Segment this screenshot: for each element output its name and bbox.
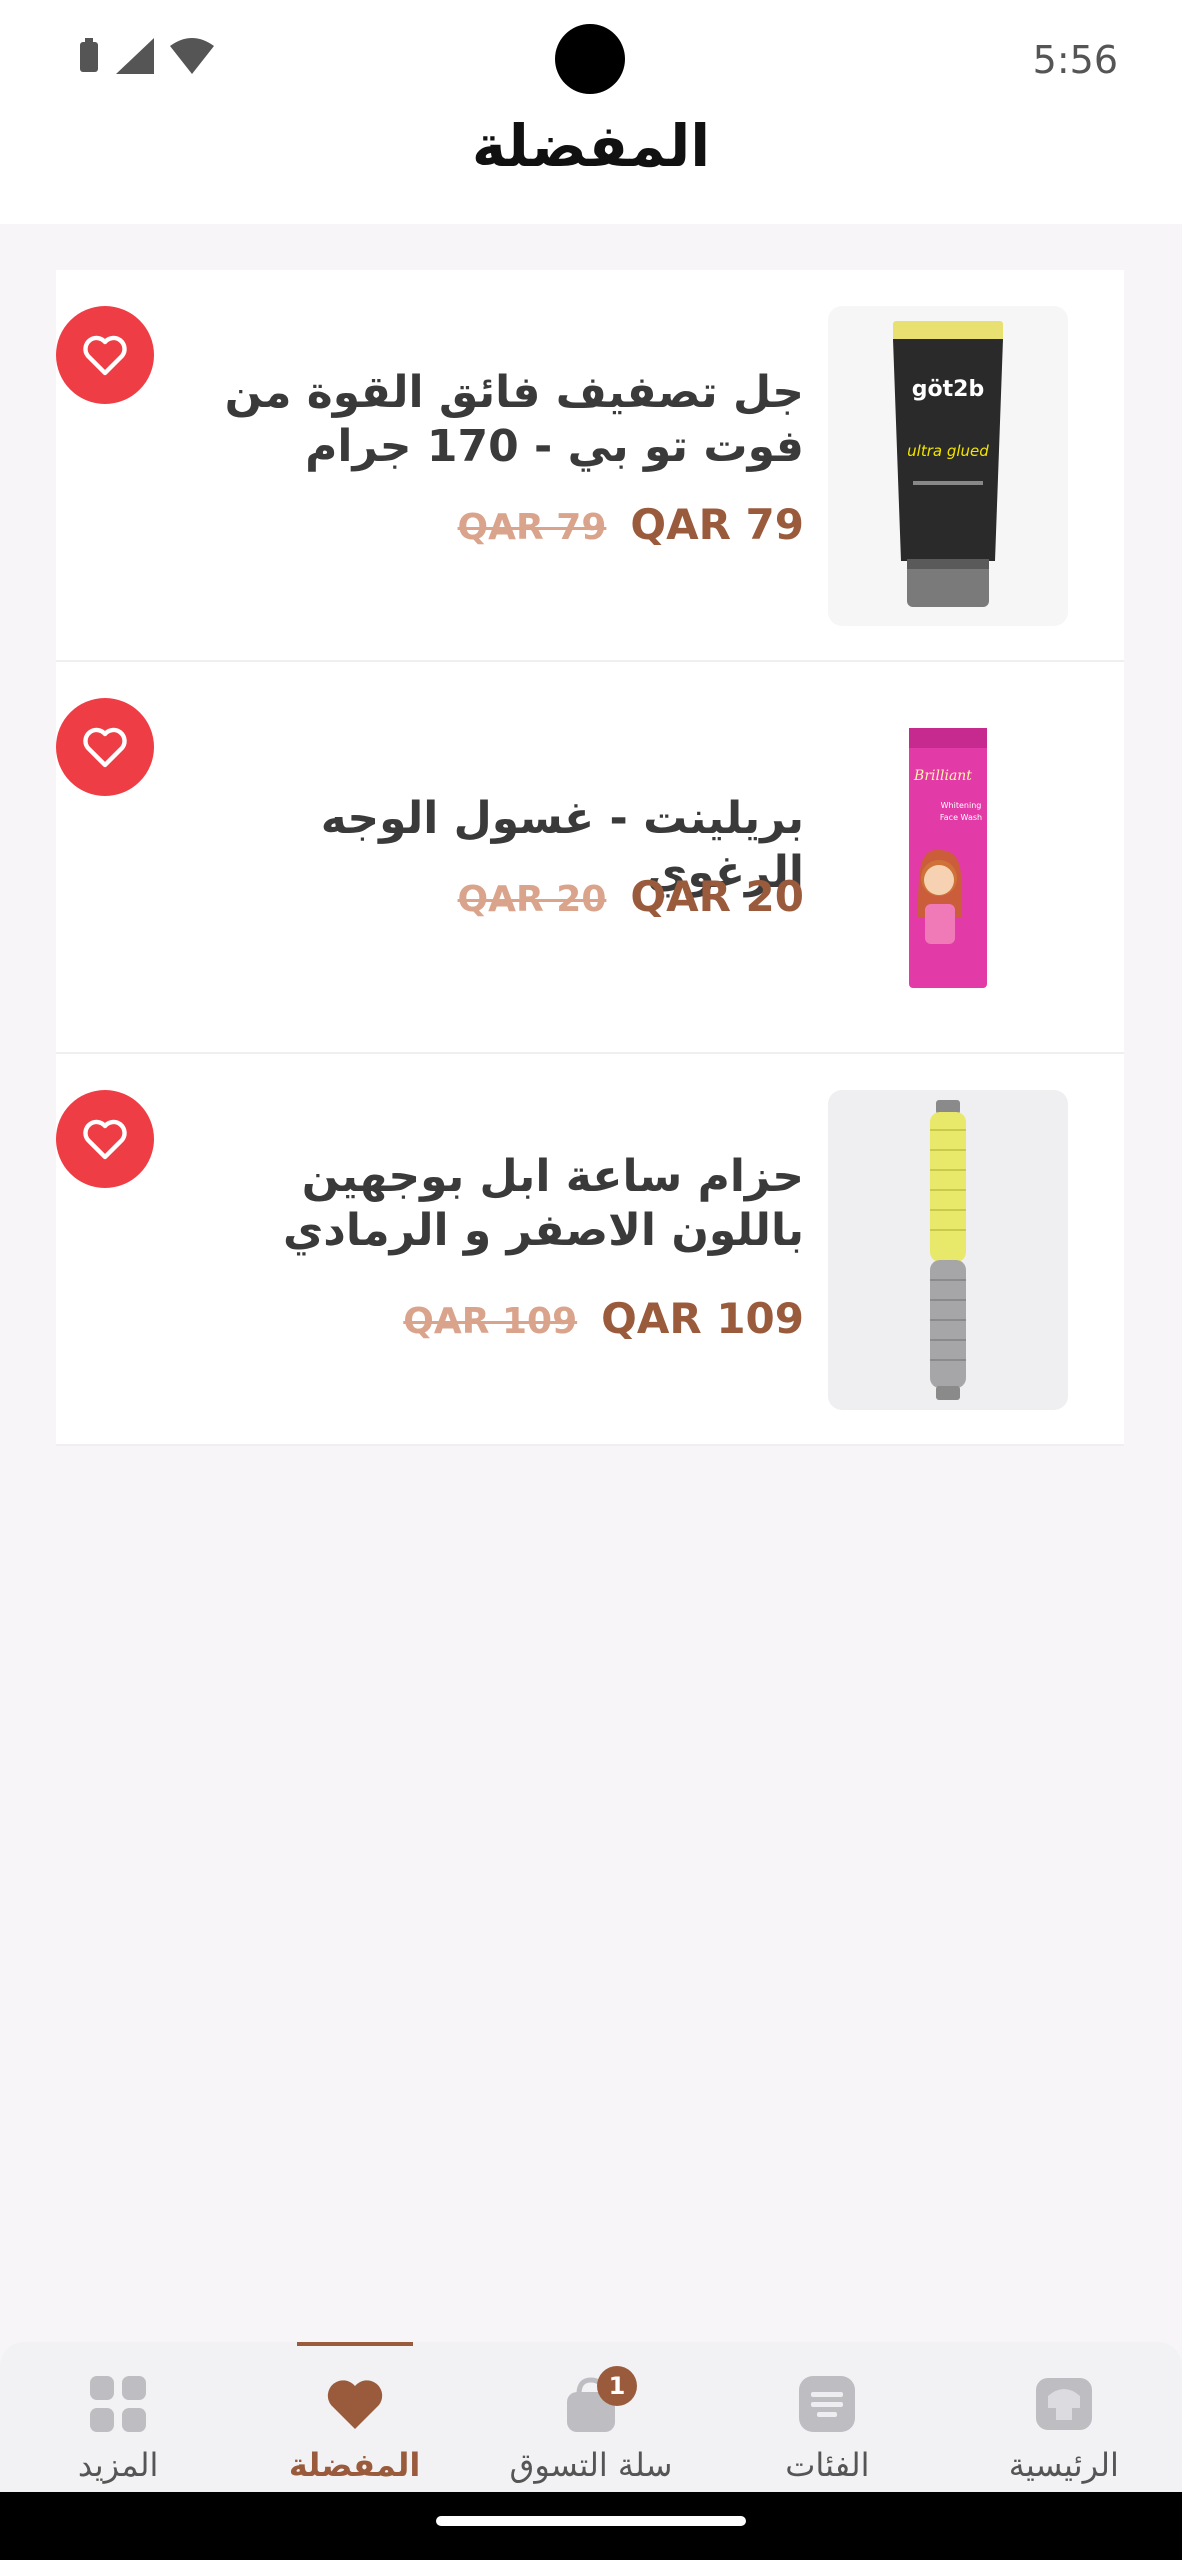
home-icon xyxy=(1035,2378,1092,2430)
original-price: QAR 20 xyxy=(457,879,607,920)
page-title: المفضلة xyxy=(471,112,711,180)
nav-label: المزيد xyxy=(77,2446,159,2484)
camera-cutout xyxy=(555,24,625,94)
svg-text:Face Wash: Face Wash xyxy=(940,813,982,822)
home-gesture-handle[interactable] xyxy=(436,2516,746,2526)
nav-label: الرئيسية xyxy=(1008,2446,1119,2484)
nav-more[interactable]: المزيد xyxy=(0,2342,236,2492)
remove-favorite-button[interactable] xyxy=(56,306,154,404)
current-price: QAR 79 xyxy=(630,500,804,549)
svg-text:Whitening: Whitening xyxy=(941,801,982,810)
svg-text:Brilliant: Brilliant xyxy=(913,768,972,784)
current-price: QAR 20 xyxy=(630,872,804,921)
product-image[interactable]: Brilliant Whitening Face Wash xyxy=(828,698,1068,1018)
nav-home[interactable]: الرئيسية xyxy=(946,2342,1182,2492)
remove-favorite-button[interactable] xyxy=(56,698,154,796)
wifi-icon xyxy=(170,38,214,74)
product-image[interactable] xyxy=(828,1090,1068,1410)
favorites-list: جل تصفيف فائق القوة من فوت تو بي - 170 ج… xyxy=(56,270,1124,1446)
nav-categories[interactable]: الفئات xyxy=(709,2342,945,2492)
svg-text:ultra glued: ultra glued xyxy=(907,442,989,460)
system-navigation-bar xyxy=(0,2492,1182,2560)
original-price: QAR 79 xyxy=(457,507,607,548)
nav-label: المفضلة xyxy=(288,2446,421,2484)
price-row: QAR 79 QAR 79 xyxy=(458,500,804,549)
signal-icon xyxy=(116,38,154,74)
nav-label: سلة التسوق xyxy=(509,2446,673,2484)
watch-band-image xyxy=(930,1100,966,1400)
cart-count-badge: 1 xyxy=(596,2366,637,2406)
top-bar: 5:56 المفضلة xyxy=(0,0,1182,224)
current-price: QAR 109 xyxy=(601,1294,804,1343)
status-icons xyxy=(78,38,214,74)
favorites-screen: 5:56 المفضلة جل تصفيف فائق القوة من فوت … xyxy=(0,0,1182,2560)
product-image[interactable]: göt2b ultra glued xyxy=(828,306,1068,626)
nav-label: الفئات xyxy=(785,2446,870,2484)
bottom-navigation: الرئيسية الفئات 1 سلة التسوق المفضلة الم… xyxy=(0,2342,1182,2492)
product-name[interactable]: حزام ساعة ابل بوجهين باللون الاصفر و الر… xyxy=(164,1150,804,1258)
hair-gel-tube-image: göt2b ultra glued xyxy=(893,321,1003,607)
face-wash-box-image: Brilliant Whitening Face Wash xyxy=(909,728,987,988)
categories-icon xyxy=(799,2376,856,2432)
heart-icon xyxy=(327,2380,382,2429)
nav-favorites[interactable]: المفضلة xyxy=(236,2342,472,2492)
price-row: QAR 109 QAR 109 xyxy=(403,1294,804,1343)
favorite-item[interactable]: بريلينت - غسول الوجه الرغوي QAR 20 QAR 2… xyxy=(56,662,1124,1054)
nav-cart[interactable]: 1 سلة التسوق xyxy=(473,2342,709,2492)
more-icon xyxy=(90,2376,147,2432)
original-price: QAR 109 xyxy=(403,1301,578,1342)
battery-icon xyxy=(80,38,98,72)
heart-outline-icon xyxy=(83,1119,127,1160)
price-row: QAR 20 QAR 20 xyxy=(458,872,804,921)
favorite-item[interactable]: حزام ساعة ابل بوجهين باللون الاصفر و الر… xyxy=(56,1054,1124,1446)
favorite-item[interactable]: جل تصفيف فائق القوة من فوت تو بي - 170 ج… xyxy=(56,270,1124,662)
remove-favorite-button[interactable] xyxy=(56,1090,154,1188)
svg-text:göt2b: göt2b xyxy=(912,377,984,402)
product-name[interactable]: جل تصفيف فائق القوة من فوت تو بي - 170 ج… xyxy=(164,366,804,474)
heart-outline-icon xyxy=(83,727,127,768)
heart-outline-icon xyxy=(83,335,127,376)
status-time: 5:56 xyxy=(1032,38,1118,82)
